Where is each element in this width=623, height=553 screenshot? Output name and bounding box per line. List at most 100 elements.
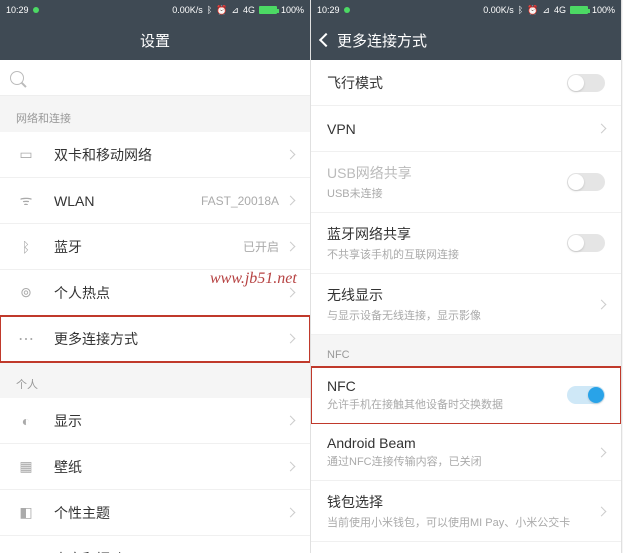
row-sub: 允许手机在接触其他设备时交换数据 (327, 396, 567, 412)
chevron-icon (286, 462, 296, 472)
sound-icon (16, 549, 36, 553)
search-bar[interactable] (0, 60, 310, 96)
status-time: 10:29 (317, 5, 340, 15)
section-header-personal: 个人 (0, 362, 310, 398)
row-vpn[interactable]: VPN (311, 106, 621, 152)
row-label: Android Beam (327, 435, 598, 451)
section-header-nfc: NFC (311, 335, 621, 367)
page-title: 设置 (0, 30, 310, 51)
status-speed: 0.00K/s (483, 5, 514, 15)
header: 设置 (0, 20, 310, 60)
row-wireless-display[interactable]: 无线显示 与显示设备无线连接，显示影像 (311, 274, 621, 335)
row-wallpaper[interactable]: 壁纸 (0, 444, 310, 490)
row-airplane[interactable]: 飞行模式 (311, 60, 621, 106)
chevron-icon (286, 334, 296, 344)
header: 更多连接方式 (311, 20, 621, 60)
row-sub: 通过NFC连接传输内容，已关闭 (327, 453, 598, 469)
status-bar: 10:29 0.00K/s ᛒ ⏰ ⊿ 4G 100% (311, 0, 621, 20)
theme-icon (16, 503, 36, 523)
wallpaper-icon (16, 457, 36, 477)
phone-right: 10:29 0.00K/s ᛒ ⏰ ⊿ 4G 100% 更多连接方式 飞行模式 … (311, 0, 622, 553)
toggle-airplane[interactable] (567, 74, 605, 92)
hotspot-icon (16, 283, 36, 303)
signal-icon: ⊿ (542, 5, 550, 16)
row-label: 声音和振动 (54, 549, 287, 553)
status-battery: 100% (592, 5, 615, 15)
chevron-icon (597, 124, 607, 134)
network-icon: 4G (243, 5, 255, 15)
page-title: 更多连接方式 (337, 30, 427, 51)
row-sub: USB未连接 (327, 185, 567, 201)
row-label: 无线显示 (327, 285, 598, 305)
chevron-icon (597, 506, 607, 516)
status-dot-icon (344, 7, 350, 13)
row-label: 钱包选择 (327, 492, 598, 512)
toggle-nfc[interactable] (567, 386, 605, 404)
row-label: WLAN (54, 193, 201, 209)
row-label: NFC (327, 378, 567, 394)
chevron-icon (286, 196, 296, 206)
status-bar: 10:29 0.00K/s ᛒ ⏰ ⊿ 4G 100% (0, 0, 310, 20)
row-sub: 与显示设备无线连接，显示影像 (327, 307, 598, 323)
status-dot-icon (33, 7, 39, 13)
row-label: 个人热点 (54, 283, 287, 303)
chevron-icon (286, 416, 296, 426)
search-icon (10, 71, 24, 85)
alarm-icon: ⏰ (527, 5, 538, 16)
row-wallet[interactable]: 钱包选择 当前使用小米钱包，可以使用MI Pay、小米公交卡 (311, 481, 621, 542)
section-header-network: 网络和连接 (0, 96, 310, 132)
row-sim[interactable]: 双卡和移动网络 (0, 132, 310, 178)
row-value: 已开启 (243, 238, 279, 255)
row-display[interactable]: 显示 (0, 398, 310, 444)
row-label: VPN (327, 121, 598, 137)
battery-icon (259, 6, 277, 14)
toggle-bt-tether[interactable] (567, 234, 605, 252)
row-wlan[interactable]: WLAN FAST_20018A (0, 178, 310, 224)
row-sub: 不共享该手机的互联网连接 (327, 246, 567, 262)
toggle-usb (567, 173, 605, 191)
row-label: 双卡和移动网络 (54, 145, 287, 165)
wifi-icon (16, 191, 36, 211)
row-tap-pay[interactable]: 触碰付款 (311, 542, 621, 553)
bluetooth-icon: ᛒ (518, 5, 523, 15)
back-icon (319, 33, 333, 47)
row-label: 蓝牙 (54, 237, 243, 257)
battery-icon (570, 6, 588, 14)
row-label: 更多连接方式 (54, 329, 287, 349)
chevron-icon (597, 447, 607, 457)
row-hotspot[interactable]: 个人热点 (0, 270, 310, 316)
row-theme[interactable]: 个性主题 (0, 490, 310, 536)
alarm-icon: ⏰ (216, 5, 227, 16)
row-usb-tether: USB网络共享 USB未连接 (311, 152, 621, 213)
network-icon: 4G (554, 5, 566, 15)
chevron-icon (286, 242, 296, 252)
row-label: 飞行模式 (327, 73, 567, 93)
bluetooth-icon: ᛒ (207, 5, 212, 15)
display-icon (16, 411, 36, 431)
row-label: 蓝牙网络共享 (327, 224, 567, 244)
row-label: USB网络共享 (327, 163, 567, 183)
row-sound[interactable]: 声音和振动 (0, 536, 310, 553)
chevron-icon (286, 288, 296, 298)
more-icon (16, 329, 36, 349)
signal-icon: ⊿ (231, 5, 239, 16)
row-sub: 当前使用小米钱包，可以使用MI Pay、小米公交卡 (327, 514, 598, 530)
row-label: 个性主题 (54, 503, 287, 523)
phone-left: 10:29 0.00K/s ᛒ ⏰ ⊿ 4G 100% 设置 网络和连接 双卡和… (0, 0, 311, 553)
row-label: 显示 (54, 411, 287, 431)
row-nfc[interactable]: NFC 允许手机在接触其他设备时交换数据 (311, 367, 621, 424)
chevron-icon (286, 150, 296, 160)
row-android-beam[interactable]: Android Beam 通过NFC连接传输内容，已关闭 (311, 424, 621, 481)
row-bt-tether[interactable]: 蓝牙网络共享 不共享该手机的互联网连接 (311, 213, 621, 274)
chevron-icon (286, 508, 296, 518)
row-bluetooth[interactable]: 蓝牙 已开启 (0, 224, 310, 270)
bluetooth-icon (16, 237, 36, 257)
row-more-connections[interactable]: 更多连接方式 (0, 316, 310, 362)
chevron-icon (597, 299, 607, 309)
back-button[interactable]: 更多连接方式 (321, 30, 427, 51)
status-speed: 0.00K/s (172, 5, 203, 15)
status-battery: 100% (281, 5, 304, 15)
status-time: 10:29 (6, 5, 29, 15)
row-label: 壁纸 (54, 457, 287, 477)
sim-icon (16, 145, 36, 165)
